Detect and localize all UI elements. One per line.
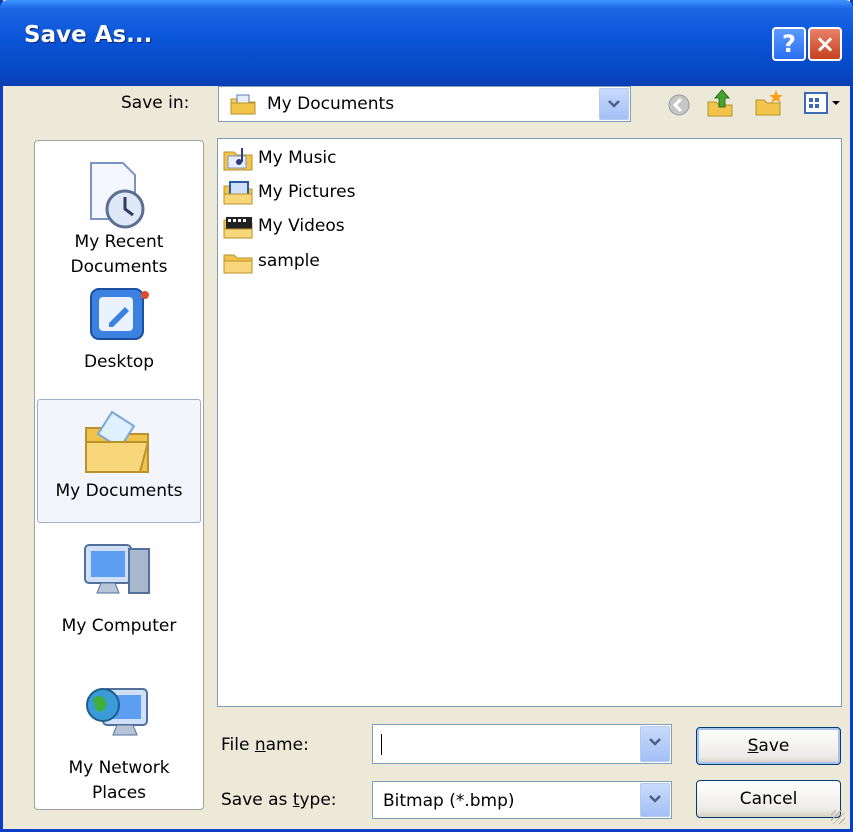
text-caret	[381, 734, 382, 755]
place-desktop-label: Desktop	[83, 352, 155, 372]
file-name-input[interactable]	[372, 724, 672, 764]
title-bar[interactable]: Save As... ? ×	[0, 0, 853, 86]
place-network-places[interactable]: My Network Places	[35, 671, 203, 803]
videos-folder-icon	[223, 217, 253, 239]
chevron-down-icon	[608, 100, 620, 108]
dialog-title: Save As...	[24, 22, 153, 48]
save-in-label: Save in:	[121, 93, 189, 113]
save-in-dropdown-arrow[interactable]	[599, 88, 629, 120]
file-name: My Videos	[258, 216, 345, 236]
places-bar: My Recent Documents Desktop My Documents	[34, 140, 204, 810]
help-icon: ?	[782, 30, 796, 58]
save-as-type-dropdown-arrow[interactable]	[640, 783, 670, 817]
recent-documents-icon	[90, 162, 145, 229]
place-network-label-1: My Network	[68, 758, 170, 778]
file-name-label-post: ame:	[265, 735, 309, 755]
place-recent-label-2: Documents	[70, 257, 168, 277]
save-in-dropdown[interactable]: My Documents	[218, 86, 631, 122]
chevron-down-icon	[649, 795, 661, 803]
music-folder-icon	[223, 148, 253, 171]
place-my-documents-label: My Documents	[55, 481, 183, 501]
save-as-dialog: Save As... ? × Save in: My Documents My …	[0, 0, 853, 832]
save-in-label-text: Save in:	[121, 93, 190, 113]
place-recent-label-1: My Recent	[74, 232, 164, 252]
save-as-type-value: Bitmap (*.bmp)	[383, 791, 515, 811]
file-name-dropdown-arrow[interactable]	[640, 726, 670, 762]
resize-grip[interactable]	[831, 810, 845, 824]
save-as-type-label-post: ype:	[299, 790, 337, 810]
file-name: sample	[258, 251, 320, 271]
save-mnemonic: S	[747, 736, 759, 756]
file-name: My Pictures	[258, 182, 356, 202]
folder-icon	[223, 254, 253, 274]
save-label-rest: ave	[758, 736, 790, 756]
help-button[interactable]: ?	[772, 27, 806, 61]
back-arrow-icon[interactable]	[667, 93, 691, 117]
new-folder-icon[interactable]	[753, 88, 785, 118]
file-name-label-pre: File	[221, 735, 255, 755]
place-my-documents[interactable]: My Documents	[37, 399, 201, 523]
save-as-type-label: Save as type:	[221, 790, 337, 810]
save-as-type-dropdown[interactable]: Bitmap (*.bmp)	[372, 781, 672, 819]
network-places-icon	[86, 688, 148, 736]
file-list[interactable]: My Music My Pictures My Videos sample	[217, 138, 842, 707]
save-button[interactable]: Save	[696, 727, 841, 765]
place-network-label-2: Places	[91, 783, 147, 803]
my-computer-icon	[84, 544, 150, 594]
file-name-label-mnemonic: n	[254, 735, 266, 755]
cancel-button[interactable]: Cancel	[696, 780, 841, 818]
chevron-down-icon	[649, 738, 661, 746]
save-as-type-label-pre: Save as	[221, 790, 293, 810]
place-desktop[interactable]: Desktop	[35, 283, 203, 393]
pictures-folder-icon	[223, 181, 253, 205]
close-icon: ×	[814, 30, 836, 58]
up-folder-icon[interactable]	[705, 88, 735, 118]
file-name-label: File name:	[221, 735, 309, 755]
my-documents-small-icon	[230, 94, 256, 115]
views-menu-icon[interactable]	[802, 89, 842, 117]
place-my-computer[interactable]: My Computer	[35, 533, 203, 653]
save-in-value: My Documents	[267, 94, 395, 114]
place-my-computer-label: My Computer	[61, 616, 177, 636]
my-documents-icon	[85, 410, 150, 473]
desktop-icon	[90, 288, 149, 340]
file-name: My Music	[258, 148, 337, 168]
close-button[interactable]: ×	[808, 27, 842, 61]
place-recent-documents[interactable]: My Recent Documents	[35, 151, 203, 281]
